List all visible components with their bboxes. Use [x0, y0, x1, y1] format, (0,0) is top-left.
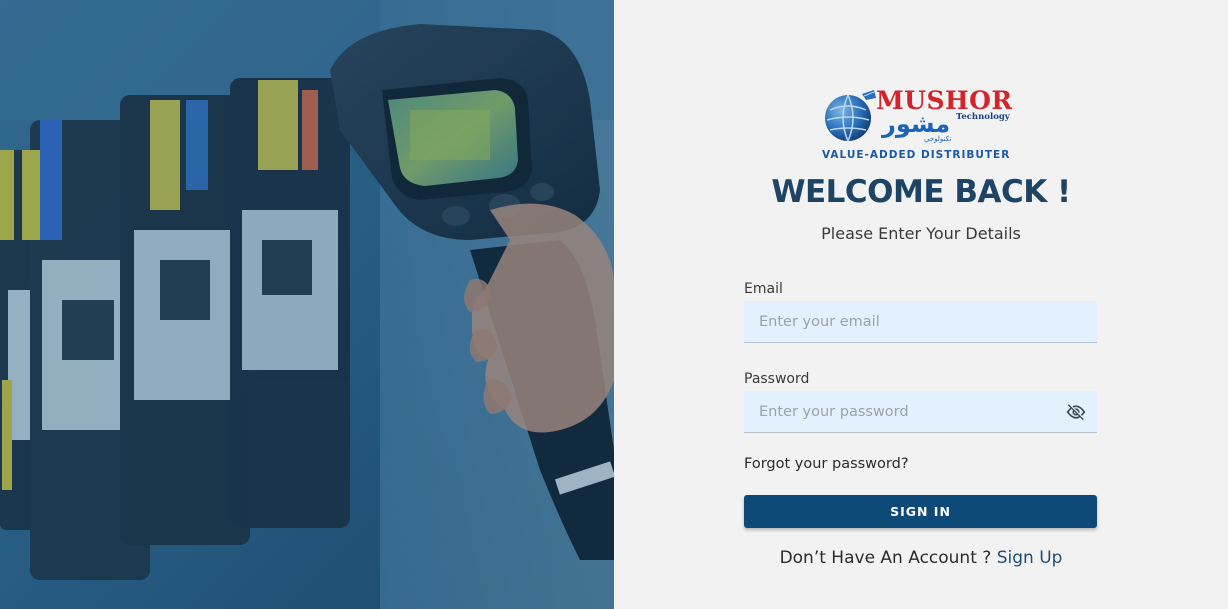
page-title: WELCOME BACK !: [771, 174, 1071, 210]
page-subtitle: Please Enter Your Details: [821, 224, 1021, 243]
hero-image: [0, 0, 614, 609]
signup-prompt: Don’t Have An Account ? Sign Up: [614, 548, 1228, 568]
no-account-text: Don’t Have An Account ?: [779, 548, 992, 568]
login-panel: MUSHOR Technology مشور تكنولوجي VALUE-AD…: [614, 0, 1228, 609]
sign-in-button[interactable]: SIGN IN: [744, 495, 1097, 528]
email-field[interactable]: [744, 301, 1097, 342]
thermal-camera-image: [0, 0, 614, 609]
brand-tagline: VALUE-ADDED DISTRIBUTER: [822, 149, 1011, 161]
brand-logo: MUSHOR Technology مشور تكنولوجي VALUE-AD…: [820, 86, 1020, 166]
eye-off-icon[interactable]: [1065, 402, 1087, 422]
sign-up-link[interactable]: Sign Up: [997, 548, 1063, 568]
brand-name-ar: مشور: [882, 110, 951, 138]
forgot-password-link[interactable]: Forgot your password?: [744, 456, 909, 472]
password-field[interactable]: [744, 391, 1097, 432]
email-field-container: [744, 301, 1097, 343]
password-label: Password: [744, 371, 810, 387]
login-page: MUSHOR Technology مشور تكنولوجي VALUE-AD…: [0, 0, 1228, 609]
email-label: Email: [744, 281, 783, 297]
globe-logo-icon: [825, 90, 876, 142]
brand-name-ar-small: تكنولوجي: [924, 135, 952, 143]
password-field-container: [744, 391, 1097, 433]
brand-technology: Technology: [956, 112, 1010, 122]
